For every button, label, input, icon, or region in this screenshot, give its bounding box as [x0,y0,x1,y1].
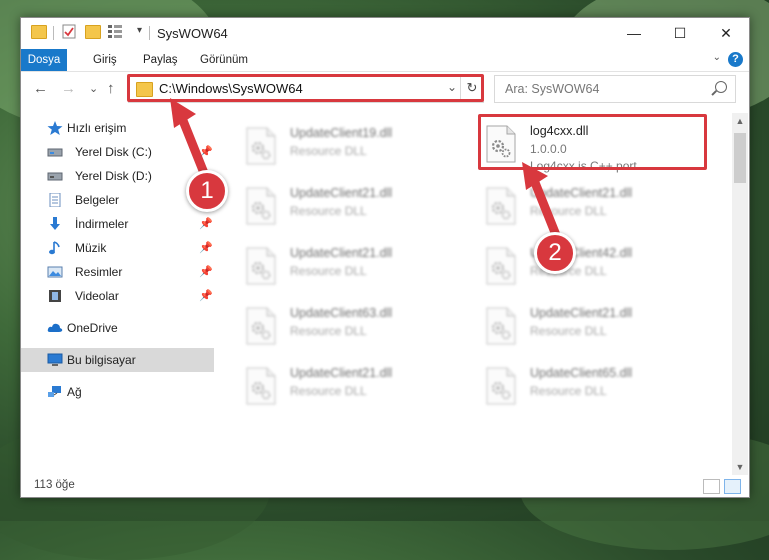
chevron-down-icon[interactable]: ▾ [137,25,142,36]
file-item[interactable]: UpdateClient21.dll Resource DLL [237,361,467,411]
pin-icon[interactable]: 📌 [199,241,213,254]
dll-file-icon [246,187,276,225]
file-item[interactable]: UpdateClient21.dll Resource DLL [237,241,467,291]
documents-icon [49,193,61,207]
file-name: UpdateClient63.dll [290,306,393,320]
music-icon [49,241,60,255]
scroll-down-icon[interactable]: ▼ [732,459,748,475]
file-item[interactable]: UpdateClient65.dll Resource DLL [477,361,707,411]
step-2-badge: 2 [534,232,576,274]
sidebar-item-label: Hızlı erişim [67,121,127,135]
item-count: 113 öğe [34,479,75,491]
file-type: Resource DLL [530,324,607,338]
sidebar-item-label: Belgeler [75,193,120,207]
file-name: UpdateClient21.dll [290,366,393,380]
scroll-thumb[interactable] [734,133,746,183]
forward-button[interactable]: → [61,80,76,97]
pin-icon[interactable]: 📌 [199,265,213,278]
sidebar-item-label: Videolar [75,289,119,303]
separator [53,26,54,40]
help-icon[interactable]: ? [728,52,743,67]
sidebar-item-this-pc[interactable]: Bu bilgisayar [21,348,214,372]
tab-home[interactable]: Giriş [93,49,117,71]
dll-file-icon [246,247,276,285]
pin-icon[interactable]: 📌 [199,289,213,302]
file-type: Resource DLL [290,384,367,398]
sidebar-item-label: İndirmeler [75,217,129,231]
customize-toolbar-icon[interactable] [108,25,126,38]
close-button[interactable]: ✕ [703,18,749,48]
sidebar-item-label: Yerel Disk (D:) [75,169,152,183]
cloud-icon [47,323,63,332]
file-name: UpdateClient21.dll [530,306,633,320]
file-type: Resource DLL [290,264,367,278]
sidebar-item-downloads[interactable]: İndirmeler 📌 [21,212,214,236]
scroll-up-icon[interactable]: ▲ [732,113,748,129]
sidebar-item-label: Müzik [75,241,107,255]
file-item[interactable]: UpdateClient21.dll Resource DLL [237,181,467,231]
pictures-icon [47,266,63,278]
sidebar-item-label: Yerel Disk (C:) [75,145,152,159]
up-button[interactable]: ↑ [107,80,115,97]
file-name: UpdateClient19.dll [290,126,393,140]
minimize-button[interactable]: — [611,18,657,48]
window-title: SysWOW64 [157,26,228,41]
recent-locations-button[interactable]: ⌄ [89,82,98,95]
back-button[interactable]: ← [33,80,48,97]
dll-file-icon [246,367,276,405]
file-item[interactable]: UpdateClient19.dll Resource DLL [237,121,467,171]
dll-file-icon [246,307,276,345]
properties-icon[interactable] [62,24,76,39]
ribbon-tabs: Dosya Giriş Paylaş Görünüm ⌄ ? [21,49,749,72]
file-type: Resource DLL [530,384,607,398]
step-1-badge: 1 [186,170,228,212]
sidebar-item-onedrive[interactable]: OneDrive [21,316,214,340]
sidebar-item-music[interactable]: Müzik 📌 [21,236,214,260]
sidebar-item-network[interactable]: Ağ [21,380,214,404]
file-name: UpdateClient65.dll [530,366,633,380]
separator [149,26,150,40]
computer-icon [47,353,63,366]
title-bar: ▾ SysWOW64 — ☐ ✕ [21,18,749,49]
file-name: UpdateClient21.dll [290,186,393,200]
status-bar: 113 öğe [21,475,749,497]
ribbon-expand-icon[interactable]: ⌄ [713,52,721,63]
file-item[interactable]: UpdateClient63.dll Resource DLL [237,301,467,351]
drive-icon [47,148,63,157]
file-type: Resource DLL [290,204,367,218]
file-type: Resource DLL [290,144,367,158]
large-icons-view-icon[interactable] [724,479,741,494]
file-type: Resource DLL [290,324,367,338]
sidebar-item-videos[interactable]: Videolar 📌 [21,284,214,308]
maximize-button[interactable]: ☐ [657,18,703,48]
drive-icon [47,172,63,181]
new-folder-icon[interactable] [85,25,101,39]
download-icon [50,217,60,230]
search-box[interactable]: Ara: SysWOW64 [494,75,736,103]
search-input[interactable]: Ara: SysWOW64 [505,82,599,96]
network-icon [48,386,61,397]
sidebar-item-label: Resimler [75,265,123,279]
star-icon [47,121,63,135]
explorer-window: ▾ SysWOW64 — ☐ ✕ Dosya Giriş Paylaş Görü… [20,17,750,498]
file-item[interactable]: UpdateClient21.dll Resource DLL [477,301,707,351]
dll-file-icon [246,127,276,165]
dll-file-icon [486,307,516,345]
pin-icon[interactable]: 📌 [199,217,213,230]
file-name: UpdateClient21.dll [290,246,393,260]
sidebar-item-pictures[interactable]: Resimler 📌 [21,260,214,284]
sidebar-item-label: OneDrive [67,321,118,335]
vertical-scrollbar[interactable]: ▲ ▼ [732,113,748,475]
dll-file-icon [486,367,516,405]
tab-share[interactable]: Paylaş [143,49,178,71]
tab-file[interactable]: Dosya [21,49,67,71]
tab-view[interactable]: Görünüm [200,49,248,71]
search-icon[interactable] [715,81,727,93]
folder-icon [31,25,47,39]
sidebar-item-label: Bu bilgisayar [67,353,136,367]
videos-icon [49,290,61,302]
details-view-icon[interactable] [703,479,720,494]
sidebar-item-label: Ağ [67,385,82,399]
